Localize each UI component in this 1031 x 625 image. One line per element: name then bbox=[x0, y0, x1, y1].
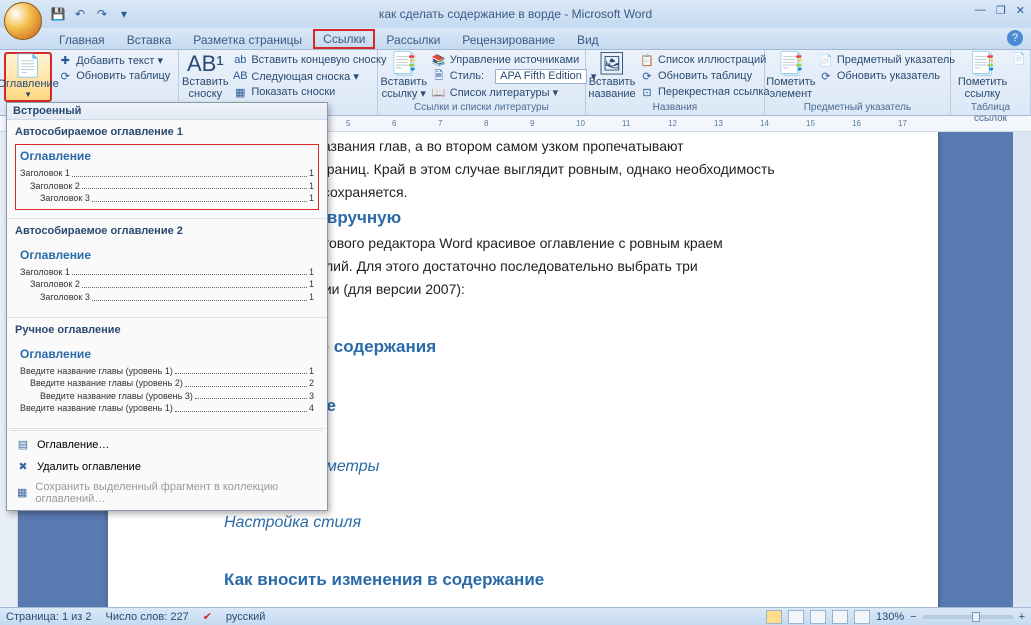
status-language[interactable]: русский bbox=[226, 611, 265, 623]
gallery-item-auto-toc-2[interactable]: Автособираемое оглавление 2 Оглавление З… bbox=[7, 219, 327, 318]
next-footnote-button[interactable]: ABСледующая сноска ▾ bbox=[229, 68, 390, 84]
update-tof-button[interactable]: ⟳Обновить таблицу bbox=[636, 68, 774, 84]
caption-icon: 🖼 bbox=[598, 53, 626, 75]
manage-sources-icon: 📚 bbox=[432, 53, 446, 67]
page-icon: ▤ bbox=[15, 437, 31, 453]
add-text-icon: ✚ bbox=[58, 53, 72, 67]
refresh-icon: ⟳ bbox=[58, 69, 72, 83]
citation-style-field[interactable]: APA Fifth Edition bbox=[495, 69, 587, 84]
tab-review[interactable]: Рецензирование bbox=[451, 29, 566, 49]
insert-toc-menu-item[interactable]: ▤Оглавление… bbox=[7, 434, 327, 456]
zoom-slider[interactable] bbox=[923, 615, 1013, 619]
table-of-figures-button[interactable]: 📋Список иллюстраций bbox=[636, 52, 774, 68]
show-notes-icon: ▦ bbox=[233, 85, 247, 99]
quick-access-toolbar: 💾 ↶ ↷ ▾ bbox=[50, 6, 132, 22]
maximize-button[interactable]: ❐ bbox=[996, 4, 1006, 17]
tab-references[interactable]: Ссылки bbox=[313, 29, 375, 49]
view-outline-button[interactable] bbox=[832, 610, 848, 624]
tab-home[interactable]: Главная bbox=[48, 29, 116, 49]
toa-icon[interactable]: 📄 bbox=[1012, 52, 1026, 65]
window-controls: — ❐ ✕ bbox=[975, 4, 1025, 17]
ribbon-group-toa: 📑 Пометить ссылку 📄 Таблица ссылок bbox=[951, 50, 1031, 115]
next-footnote-icon: AB bbox=[233, 69, 247, 83]
update-index-button[interactable]: ⟳Обновить указатель bbox=[815, 68, 959, 84]
zoom-level[interactable]: 130% bbox=[876, 611, 904, 623]
mark-citation-icon: 📑 bbox=[969, 53, 996, 75]
help-icon[interactable]: ? bbox=[1007, 30, 1023, 46]
mark-entry-icon: 📑 bbox=[777, 53, 804, 75]
status-bar: Страница: 1 из 2 Число слов: 227 ✔ русск… bbox=[0, 607, 1031, 625]
tab-view[interactable]: Вид bbox=[566, 29, 610, 49]
doc-subheading[interactable]: Настройка стиля bbox=[224, 511, 878, 535]
mark-entry-button[interactable]: 📑 Пометить элемент bbox=[769, 52, 813, 102]
citation-icon: 📑 bbox=[390, 53, 417, 75]
insert-index-button[interactable]: 📄Предметный указатель bbox=[815, 52, 959, 68]
endnote-icon: ab bbox=[233, 53, 247, 67]
minimize-button[interactable]: — bbox=[975, 4, 986, 17]
remove-toc-menu-item[interactable]: ✖Удалить оглавление bbox=[7, 456, 327, 478]
ribbon-group-index: 📑 Пометить элемент 📄Предметный указатель… bbox=[765, 50, 951, 115]
toc-button[interactable]: 📄 Оглавление ▼ bbox=[4, 52, 52, 102]
gallery-header: Встроенный bbox=[7, 103, 327, 120]
save-icon[interactable]: 💾 bbox=[50, 6, 66, 22]
view-print-layout-button[interactable] bbox=[766, 610, 782, 624]
status-page[interactable]: Страница: 1 из 2 bbox=[6, 611, 92, 623]
update-table-button[interactable]: ⟳Обновить таблицу bbox=[54, 68, 174, 84]
undo-icon[interactable]: ↶ bbox=[72, 6, 88, 22]
toc-gallery-dropdown: Встроенный Автособираемое оглавление 1 О… bbox=[6, 102, 328, 511]
status-spell-icon[interactable]: ✔ bbox=[203, 610, 212, 623]
footnote-icon: AB¹ bbox=[187, 53, 224, 75]
tab-mailings[interactable]: Рассылки bbox=[375, 29, 451, 49]
list-icon: 📋 bbox=[640, 53, 654, 67]
zoom-in-button[interactable]: + bbox=[1019, 611, 1025, 623]
mark-citation-button[interactable]: 📑 Пометить ссылку bbox=[955, 52, 1010, 102]
manage-sources-button[interactable]: 📚Управление источниками bbox=[428, 52, 601, 68]
index-icon: 📄 bbox=[819, 53, 833, 67]
toc-icon: 📄 bbox=[14, 55, 41, 77]
office-button[interactable] bbox=[4, 2, 42, 40]
gallery-footer: ▤Оглавление… ✖Удалить оглавление ▦Сохран… bbox=[7, 432, 327, 510]
chevron-down-icon: ▼ bbox=[24, 90, 32, 99]
insert-endnote-button[interactable]: abВставить концевую сноску bbox=[229, 52, 390, 68]
add-text-button[interactable]: ✚Добавить текст ▾ bbox=[54, 52, 174, 68]
refresh-icon: ⟳ bbox=[640, 69, 654, 83]
ribbon-group-citations: 📑 Вставить ссылку ▾ 📚Управление источник… bbox=[378, 50, 586, 115]
cross-reference-button[interactable]: ⊡Перекрестная ссылка bbox=[636, 84, 774, 100]
window-title: как сделать содержание в ворде - Microso… bbox=[379, 7, 652, 21]
ribbon-group-captions: 🖼 Вставить название 📋Список иллюстраций … bbox=[586, 50, 765, 115]
ribbon-tabs: Главная Вставка Разметка страницы Ссылки… bbox=[0, 28, 1031, 50]
close-button[interactable]: ✕ bbox=[1016, 4, 1025, 17]
refresh-icon: ⟳ bbox=[819, 69, 833, 83]
title-bar: 💾 ↶ ↷ ▾ как сделать содержание в ворде -… bbox=[0, 0, 1031, 28]
gallery-item-auto-toc-1[interactable]: Автособираемое оглавление 1 Оглавление З… bbox=[7, 120, 327, 219]
citation-style-control[interactable]: 🗎Стиль: APA Fifth Edition▾ bbox=[428, 68, 601, 84]
bibliography-icon: 📖 bbox=[432, 85, 446, 99]
remove-icon: ✖ bbox=[15, 459, 31, 475]
doc-heading[interactable]: Как вносить изменения в содержание bbox=[224, 567, 878, 593]
save-selection-menu-item: ▦Сохранить выделенный фрагмент в коллекц… bbox=[7, 478, 327, 508]
status-word-count[interactable]: Число слов: 227 bbox=[106, 611, 189, 623]
qat-dropdown-icon[interactable]: ▾ bbox=[116, 6, 132, 22]
show-notes-button[interactable]: ▦Показать сноски bbox=[229, 84, 390, 100]
save-selection-icon: ▦ bbox=[15, 485, 29, 501]
view-web-layout-button[interactable] bbox=[810, 610, 826, 624]
insert-caption-button[interactable]: 🖼 Вставить название bbox=[590, 52, 634, 102]
insert-citation-button[interactable]: 📑 Вставить ссылку ▾ bbox=[382, 52, 426, 102]
insert-footnote-button[interactable]: AB¹ Вставить сноску bbox=[183, 52, 227, 102]
redo-icon[interactable]: ↷ bbox=[94, 6, 110, 22]
zoom-out-button[interactable]: − bbox=[910, 611, 916, 623]
view-full-screen-button[interactable] bbox=[788, 610, 804, 624]
style-icon: 🗎 bbox=[432, 69, 446, 83]
tab-insert[interactable]: Вставка bbox=[116, 29, 183, 49]
view-draft-button[interactable] bbox=[854, 610, 870, 624]
bibliography-button[interactable]: 📖Список литературы ▾ bbox=[428, 84, 601, 100]
crossref-icon: ⊡ bbox=[640, 85, 654, 99]
tab-page-layout[interactable]: Разметка страницы bbox=[182, 29, 313, 49]
vertical-scrollbar[interactable] bbox=[1013, 132, 1031, 607]
gallery-item-manual-toc[interactable]: Ручное оглавление Оглавление Введите наз… bbox=[7, 318, 327, 429]
